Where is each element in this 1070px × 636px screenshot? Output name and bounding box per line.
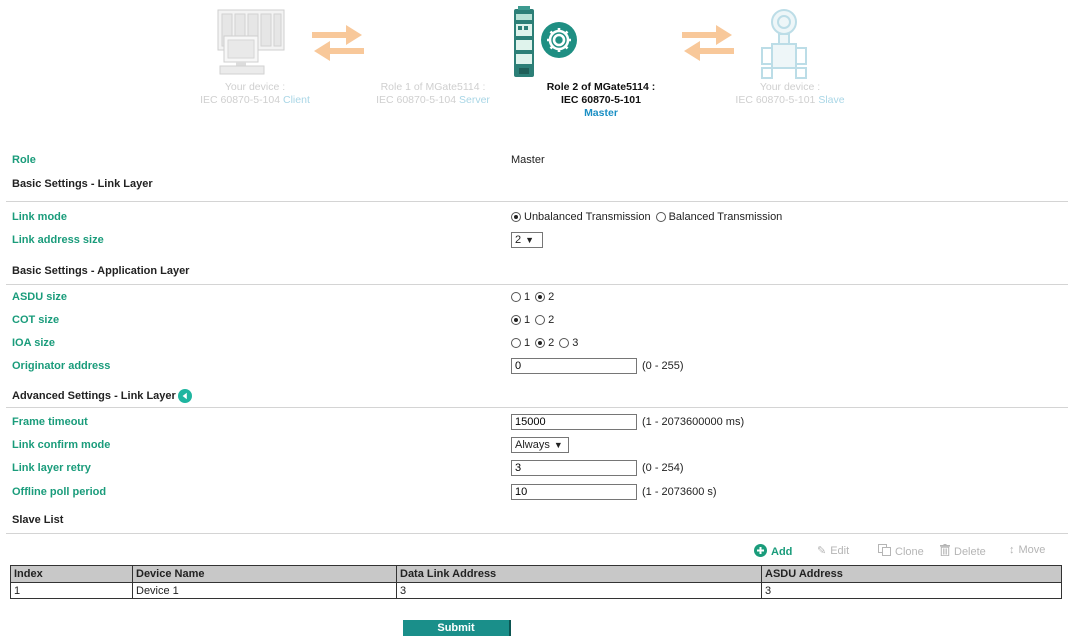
pencil-icon: ✎ [817, 545, 827, 557]
originator-address-label: Originator address [12, 360, 111, 372]
table-cell: 1 [10, 582, 133, 599]
frame-timeout-input[interactable] [511, 414, 637, 430]
link-confirm-mode-select[interactable]: Always ▼ [511, 437, 569, 453]
radio-selected-icon[interactable] [511, 315, 521, 325]
asdu-size-label: ASDU size [12, 291, 68, 303]
frame-timeout-label: Frame timeout [12, 416, 88, 428]
radio-unselected-icon[interactable] [511, 292, 521, 302]
asdu-size-option-2[interactable]: 2 [535, 291, 554, 303]
ioa-size-option-3[interactable]: 3 [559, 337, 578, 349]
section-divider [6, 533, 1068, 534]
vertical-arrows-icon: ↕ [1009, 544, 1015, 556]
plus-circle-icon [754, 544, 767, 560]
ioa-size-radio-group: 1 2 3 [511, 337, 583, 349]
radio-unselected-icon[interactable] [655, 212, 666, 222]
offline-poll-period-range: (1 - 2073600 s) [642, 486, 717, 498]
originator-address-input[interactable] [511, 358, 637, 374]
ioa-size-option-1[interactable]: 1 [511, 337, 530, 349]
asdu-size-option-1[interactable]: 1 [511, 291, 530, 303]
section-divider [6, 201, 1068, 202]
table-header-row: Index Device Name Data Link Address ASDU… [10, 565, 1062, 583]
table-cell: 3 [396, 582, 762, 599]
gear-icon [541, 22, 577, 58]
ioa-size-label: IOA size [12, 337, 55, 349]
device-caption-slave: Your device : IEC 60870-5-101 Slave [735, 81, 845, 106]
link-layer-retry-label: Link layer retry [12, 462, 91, 474]
collapse-toggle-icon[interactable] [178, 389, 192, 406]
cot-size-option-1[interactable]: 1 [511, 314, 530, 326]
role-value: Master [511, 154, 545, 166]
radio-selected-icon[interactable] [511, 212, 521, 222]
link-address-size-label: Link address size [12, 234, 104, 246]
column-header-device-name: Device Name [132, 565, 397, 583]
radio-unselected-icon[interactable] [511, 338, 521, 348]
edit-button[interactable]: ✎ Edit [817, 544, 849, 558]
submit-button[interactable]: Submit [403, 620, 511, 636]
link-mode-option-balanced[interactable]: Balanced Transmission [655, 211, 782, 223]
section-basic-app-title: Basic Settings - Application Layer [12, 265, 190, 277]
mgate-device-icon [514, 6, 534, 77]
radio-selected-icon[interactable] [535, 292, 546, 302]
device-caption-client: Your device : IEC 60870-5-104 Client [200, 81, 310, 106]
column-header-data-link-address: Data Link Address [396, 565, 762, 583]
section-advanced-link-title: Advanced Settings - Link Layer [12, 389, 192, 403]
table-row[interactable]: 1 Device 1 3 3 [10, 582, 1062, 599]
computer-rack-icon [217, 9, 285, 75]
cot-size-radio-group: 1 2 [511, 314, 559, 326]
slave-list-table: Index Device Name Data Link Address ASDU… [10, 565, 1062, 599]
cot-size-option-2[interactable]: 2 [535, 314, 554, 326]
flow-meter-icon [761, 9, 807, 79]
exchange-arrows-icon [312, 25, 364, 61]
radio-unselected-icon[interactable] [559, 338, 570, 348]
clone-button[interactable]: Clone [878, 544, 924, 559]
role-label: Role [12, 154, 36, 166]
delete-button[interactable]: Delete [940, 544, 986, 559]
table-cell: 3 [761, 582, 1062, 599]
trash-icon [940, 544, 950, 559]
chevron-down-icon: ▼ [553, 440, 563, 450]
column-header-index: Index [10, 565, 133, 583]
section-divider [6, 284, 1068, 285]
section-basic-link-title: Basic Settings - Link Layer [12, 178, 153, 190]
section-divider [6, 407, 1068, 408]
asdu-size-radio-group: 1 2 [511, 291, 559, 303]
copy-icon [878, 544, 891, 559]
link-address-size-select[interactable]: 2 ▼ [511, 232, 543, 248]
section-slave-list-title: Slave List [12, 514, 64, 526]
link-mode-option-unbalanced[interactable]: Unbalanced Transmission [511, 211, 651, 223]
table-cell: Device 1 [132, 582, 397, 599]
link-mode-label: Link mode [12, 211, 68, 223]
link-layer-retry-range: (0 - 254) [642, 462, 684, 474]
frame-timeout-range: (1 - 2073600000 ms) [642, 416, 745, 428]
chevron-down-icon: ▼ [525, 235, 535, 245]
originator-address-range: (0 - 255) [642, 360, 684, 372]
add-button[interactable]: Add [754, 544, 792, 560]
move-button[interactable]: ↕ Move [1009, 544, 1045, 556]
radio-selected-icon[interactable] [535, 338, 546, 348]
offline-poll-period-label: Offline poll period [12, 486, 107, 498]
offline-poll-period-input[interactable] [511, 484, 637, 500]
link-confirm-mode-label: Link confirm mode [12, 439, 111, 451]
cot-size-label: COT size [12, 314, 60, 326]
radio-unselected-icon[interactable] [535, 315, 546, 325]
ioa-size-option-2[interactable]: 2 [535, 337, 554, 349]
device-caption-server: Role 1 of MGate5114 : IEC 60870-5-104 Se… [376, 81, 490, 106]
exchange-arrows-icon [682, 25, 734, 61]
link-mode-radio-group: Unbalanced Transmission Balanced Transmi… [511, 211, 787, 223]
device-caption-master: Role 2 of MGate5114 : IEC 60870-5-101 Ma… [546, 81, 656, 119]
link-layer-retry-input[interactable] [511, 460, 637, 476]
column-header-asdu-address: ASDU Address [761, 565, 1062, 583]
